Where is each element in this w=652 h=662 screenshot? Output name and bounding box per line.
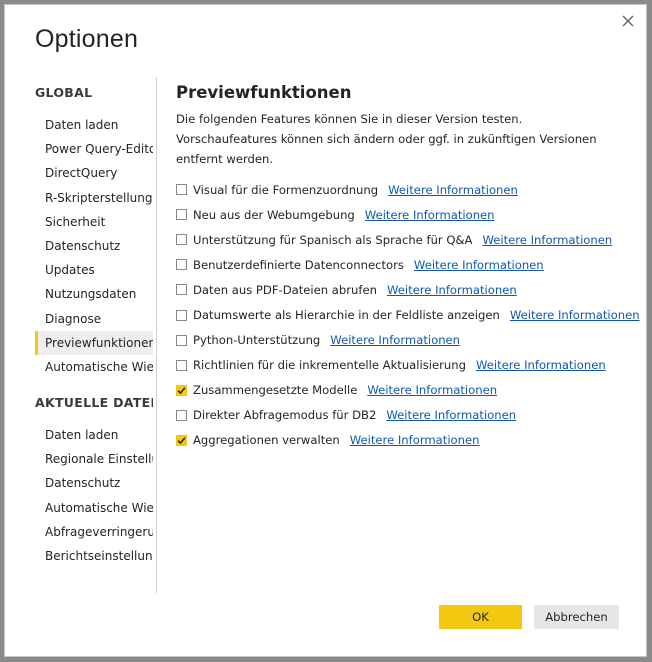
ok-button[interactable]: OK xyxy=(439,605,522,629)
sidebar-item[interactable]: Automatische Wiederherstellung xyxy=(35,355,153,379)
more-info-link[interactable]: Weitere Informationen xyxy=(482,233,612,247)
preview-feature-row: Daten aus PDF-Dateien abrufen Weitere Inf… xyxy=(176,277,626,302)
sidebar-item[interactable]: Sicherheit xyxy=(35,210,153,234)
sidebar-item[interactable]: Abfrageverringerung xyxy=(35,520,153,544)
sidebar-item[interactable]: Previewfunktionen xyxy=(35,330,153,355)
feature-label[interactable]: Zusammengesetzte Modelle xyxy=(193,383,357,397)
preview-feature-row: Visual für die Formenzuordnung Weitere In… xyxy=(176,177,626,202)
more-info-link[interactable]: Weitere Informationen xyxy=(414,258,544,272)
feature-label[interactable]: Daten aus PDF-Dateien abrufen xyxy=(193,283,377,297)
sidebar-group-list: Daten laden Power Query-Editor DirectQuery… xyxy=(35,113,153,379)
sidebar-item[interactable]: R-Skripterstellung xyxy=(35,186,153,210)
sidebar: GLOBAL Daten laden Power Query-Editor Direc… xyxy=(35,83,153,593)
feature-label[interactable]: Direkter Abfragemodus für DB2 xyxy=(193,408,376,422)
feature-checkbox[interactable] xyxy=(176,184,187,196)
feature-label[interactable]: Richtlinien für die inkrementelle Aktual… xyxy=(193,358,466,372)
more-info-link[interactable]: Weitere Informationen xyxy=(365,208,495,222)
sidebar-item[interactable]: DirectQuery xyxy=(35,161,153,185)
preview-feature-row: Aggregationen verwalten Weitere Informati… xyxy=(176,428,626,453)
preview-feature-list: Visual für die Formenzuordnung Weitere In… xyxy=(176,177,640,453)
feature-checkbox[interactable] xyxy=(176,409,187,421)
feature-checkbox[interactable] xyxy=(176,309,187,321)
feature-label[interactable]: Python-Unterstützung xyxy=(193,333,320,347)
more-info-link[interactable]: Weitere Informationen xyxy=(367,383,497,397)
preview-feature-row: Direkter Abfragemodus für DB2 Weitere Inf… xyxy=(176,403,626,428)
sidebar-item[interactable]: Diagnose xyxy=(35,307,153,331)
options-dialog: Optionen GLOBAL Daten laden Power Query-Ed… xyxy=(4,4,647,657)
more-info-link[interactable]: Weitere Informationen xyxy=(388,183,518,197)
section-title: Previewfunktionen xyxy=(176,83,352,102)
more-info-link[interactable]: Weitere Informationen xyxy=(510,308,640,322)
close-button[interactable] xyxy=(618,11,638,31)
feature-label[interactable]: Aggregationen verwalten xyxy=(193,433,340,447)
feature-checkbox[interactable] xyxy=(176,209,187,221)
sidebar-item[interactable]: Nutzungsdaten xyxy=(35,282,153,306)
sidebar-item[interactable]: Power Query-Editor xyxy=(35,137,153,161)
preview-feature-row: Python-Unterstützung Weitere Informatione… xyxy=(176,328,626,353)
feature-label[interactable]: Datumswerte als Hierarchie in der Feldli… xyxy=(193,308,500,322)
feature-label[interactable]: Unterstützung für Spanisch als Sprache f… xyxy=(193,233,472,247)
preview-feature-row: Neu aus der Webumgebung Weitere Informati… xyxy=(176,202,626,227)
feature-label[interactable]: Visual für die Formenzuordnung xyxy=(193,183,378,197)
close-icon xyxy=(622,15,634,27)
sidebar-item[interactable]: Datenschutz xyxy=(35,234,153,258)
sidebar-group-heading: GLOBAL xyxy=(35,85,93,100)
feature-checkbox[interactable] xyxy=(176,284,187,296)
feature-label[interactable]: Neu aus der Webumgebung xyxy=(193,208,355,222)
preview-feature-row: Benutzerdefinierte Datenconnectors Weiter… xyxy=(176,252,626,277)
dialog-title: Optionen xyxy=(35,25,139,53)
cancel-button[interactable]: Abbrechen xyxy=(534,605,619,629)
feature-checkbox[interactable] xyxy=(176,334,187,346)
sidebar-item[interactable]: Updates xyxy=(35,258,153,282)
sidebar-item[interactable]: Daten laden xyxy=(35,113,153,137)
feature-checkbox[interactable] xyxy=(176,234,187,246)
sidebar-item[interactable]: Berichtseinstellungen xyxy=(35,544,153,568)
preview-feature-row: Datumswerte als Hierarchie in der Feldli… xyxy=(176,302,640,327)
sidebar-item[interactable]: Regionale Einstellungen xyxy=(35,447,153,471)
feature-label[interactable]: Benutzerdefinierte Datenconnectors xyxy=(193,258,404,272)
more-info-link[interactable]: Weitere Informationen xyxy=(387,283,517,297)
section-description: Die folgenden Features können Sie in die… xyxy=(176,112,597,166)
checkmark-icon xyxy=(177,437,186,445)
sidebar-item[interactable]: Datenschutz xyxy=(35,471,153,495)
more-info-link[interactable]: Weitere Informationen xyxy=(330,333,460,347)
content-panel: Previewfunktionen Die folgenden Features… xyxy=(176,79,640,453)
feature-checkbox[interactable] xyxy=(176,384,187,396)
sidebar-group-heading: AKTUELLE DATEI xyxy=(35,395,153,411)
preview-feature-row: Richtlinien für die inkrementelle Aktual… xyxy=(176,353,626,378)
more-info-link[interactable]: Weitere Informationen xyxy=(476,358,606,372)
checkmark-icon xyxy=(177,387,186,394)
more-info-link[interactable]: Weitere Informationen xyxy=(386,408,516,422)
more-info-link[interactable]: Weitere Informationen xyxy=(350,433,480,447)
sidebar-item[interactable]: Daten laden xyxy=(35,423,153,447)
sidebar-item[interactable]: Automatische Wiederherstellung xyxy=(35,496,153,520)
feature-checkbox[interactable] xyxy=(176,434,187,446)
preview-feature-row: Zusammengesetzte Modelle Weitere Informat… xyxy=(176,378,626,403)
feature-checkbox[interactable] xyxy=(176,259,187,271)
feature-checkbox[interactable] xyxy=(176,359,187,371)
preview-feature-row: Unterstützung für Spanisch als Sprache f… xyxy=(176,227,626,252)
sidebar-group-list: Daten ladenRegionale EinstellungenDatens… xyxy=(35,423,153,568)
sidebar-divider xyxy=(156,77,157,593)
